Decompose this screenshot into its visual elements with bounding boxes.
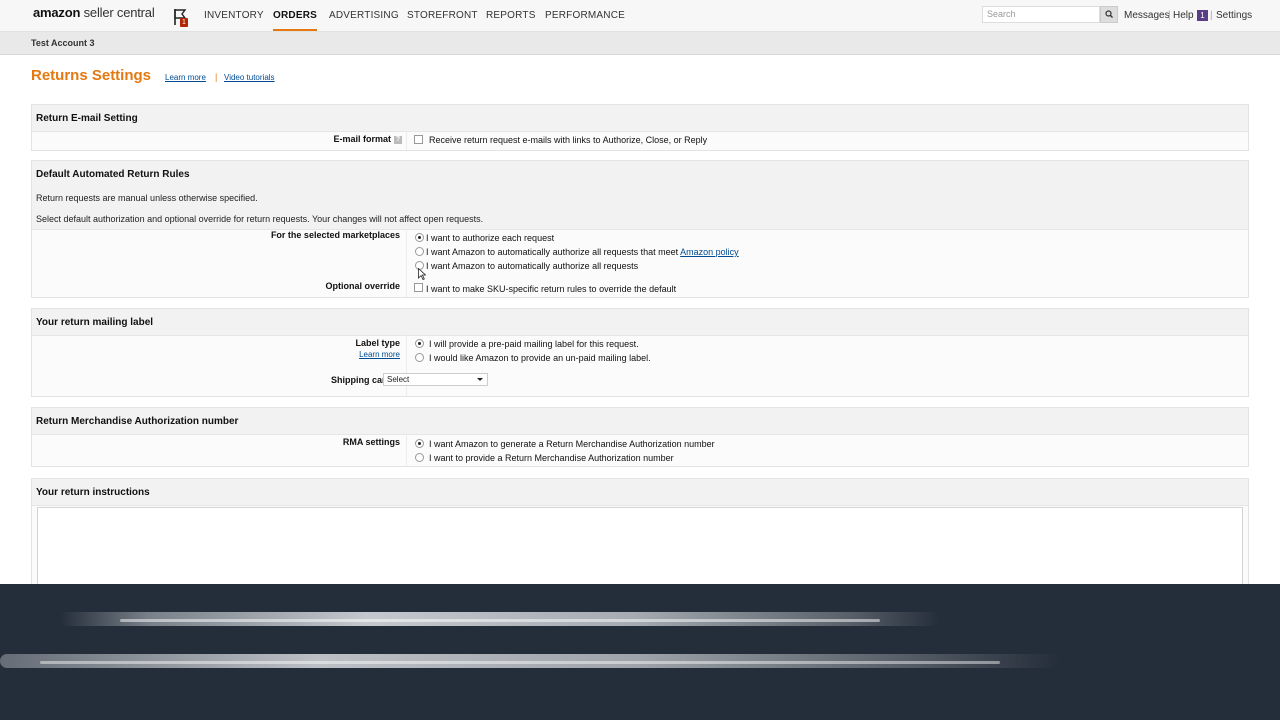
nav-performance[interactable]: PERFORMANCE [545,10,625,21]
messages-link[interactable]: Messages [1124,10,1170,21]
nav-reports[interactable]: REPORTS [486,10,536,21]
search-input[interactable]: Search [982,6,1100,23]
optional-override-checkbox[interactable] [414,283,423,292]
amazon-policy-link[interactable]: Amazon policy [680,247,739,257]
title-separator: | [215,72,218,82]
video-tutorials-link[interactable]: Video tutorials [224,73,275,82]
rma-provide-radio[interactable] [415,453,424,462]
shipping-carrier-value: Select [387,375,410,384]
help-count-badge: 1 [1197,10,1208,21]
optional-override-label: Optional override [325,281,400,291]
auto-rules-section: Default Automated Return Rules Return re… [31,160,1249,298]
section-title: Your return instructions [36,487,150,498]
instructions-section: Your return instructions [31,478,1249,598]
mailing-label-section: Your return mailing label Label type Lea… [31,308,1249,397]
auto-authorize-policy-text: I want Amazon to automatically authorize… [426,247,679,257]
seller-central-logo[interactable]: amazon seller central [33,5,155,20]
column-divider [406,131,407,150]
flag-count-badge: 1 [180,18,188,27]
unpaid-label-option: I would like Amazon to provide an un-pai… [429,353,651,363]
top-separator: | [1210,10,1213,21]
chevron-down-icon [477,378,483,381]
info-band: Return requests are manual unless otherw… [32,187,1248,209]
video-overlay [0,584,1280,720]
section-header: Return Merchandise Authorization number [32,408,1248,435]
motion-blur-highlight [40,661,1000,664]
nav-storefront[interactable]: STOREFRONT [407,10,478,21]
prepaid-label-radio[interactable] [415,339,424,348]
shipping-carrier-select[interactable]: Select [383,373,488,386]
motion-blur-highlight [120,619,880,622]
auto-authorize-policy-option: I want Amazon to automatically authorize… [426,247,739,257]
email-format-checkbox[interactable] [414,135,423,144]
nav-inventory[interactable]: INVENTORY [204,10,264,21]
learn-more-link[interactable]: Learn more [165,73,206,82]
section-header: Your return instructions [32,479,1248,506]
rma-generate-radio[interactable] [415,439,424,448]
optional-override-option: I want to make SKU-specific return rules… [426,284,677,294]
search-button[interactable] [1100,6,1118,23]
authorize-each-option: I want to authorize each request [426,233,555,243]
nav-advertising[interactable]: ADVERTISING [329,10,399,21]
rma-settings-label: RMA settings [342,437,400,447]
logo-brand: amazon [33,5,81,20]
info-band: Select default authorization and optiona… [32,208,1248,230]
top-nav: amazon seller central 1 INVENTORY ORDERS… [0,0,1280,32]
search-icon [1105,10,1113,18]
section-header: Default Automated Return Rules [32,161,1248,188]
email-format-label: E-mail format? [333,134,402,144]
section-title: Default Automated Return Rules [36,169,190,180]
mouse-cursor-icon [418,268,426,280]
rma-section: Return Merchandise Authorization number … [31,407,1249,467]
rma-generate-option: I want Amazon to generate a Return Merch… [429,439,715,449]
nav-orders[interactable]: ORDERS [273,10,317,31]
email-setting-section: Return E-mail Setting E-mail format? Rec… [31,104,1249,151]
section-header: Return E-mail Setting [32,105,1248,132]
account-bar: Test Account 3 [0,32,1280,55]
info-text: Select default authorization and optiona… [36,214,484,224]
return-instructions-textarea[interactable] [37,507,1243,587]
unpaid-label-radio[interactable] [415,353,424,362]
prepaid-label-option: I will provide a pre-paid mailing label … [429,339,639,349]
help-link[interactable]: Help [1173,10,1194,21]
rma-provide-option: I want to provide a Return Merchandise A… [429,453,674,463]
email-format-option: Receive return request e-mails with link… [429,135,708,145]
auto-authorize-all-option: I want Amazon to automatically authorize… [426,261,639,271]
email-format-text: E-mail format [333,134,391,144]
settings-link[interactable]: Settings [1216,10,1252,21]
section-header: Your return mailing label [32,309,1248,336]
column-divider [406,335,407,396]
auto-authorize-policy-radio[interactable] [415,247,424,256]
section-title: Return Merchandise Authorization number [36,416,239,427]
logo-rest: seller central [83,5,155,20]
info-text: Return requests are manual unless otherw… [36,193,258,203]
column-divider [406,434,407,466]
section-title: Your return mailing label [36,317,154,328]
help-icon[interactable]: ? [394,135,402,144]
column-divider [406,229,407,297]
account-name[interactable]: Test Account 3 [31,38,95,48]
marketplaces-label: For the selected marketplaces [270,230,400,240]
page-title: Returns Settings [31,67,152,84]
top-separator: | [1168,10,1171,21]
label-type-label: Label type [355,338,400,348]
authorize-each-radio[interactable] [415,233,424,242]
label-type-learn-more-link[interactable]: Learn more [359,350,400,359]
section-title: Return E-mail Setting [36,113,138,124]
